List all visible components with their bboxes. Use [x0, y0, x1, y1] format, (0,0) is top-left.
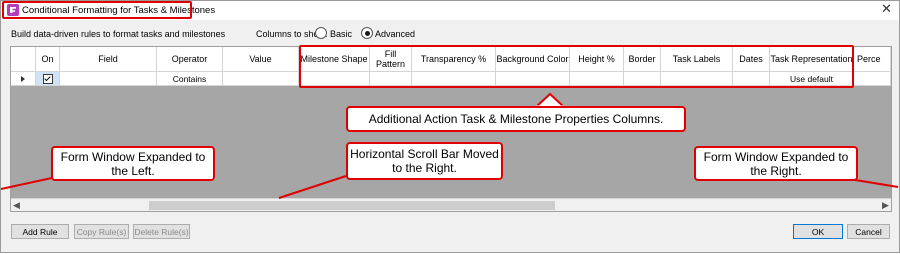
callout-scroll: Horizontal Scroll Bar Moved to the Right… — [346, 142, 503, 180]
ok-button[interactable]: OK — [793, 224, 843, 239]
cancel-button[interactable]: Cancel — [847, 224, 890, 239]
delete-rule-button[interactable]: Delete Rule(s) — [133, 224, 190, 239]
dialog-window: Conditional Formatting for Tasks & Miles… — [0, 0, 900, 253]
add-rule-button[interactable]: Add Rule — [11, 224, 69, 239]
callout-pointer-scroll — [278, 175, 347, 199]
callout-left: Form Window Expanded to the Left. — [51, 146, 215, 181]
callout-right: Form Window Expanded to the Right. — [694, 146, 858, 181]
callout-columns: Additional Action Task & Milestone Prope… — [346, 106, 686, 132]
copy-rule-button[interactable]: Copy Rule(s) — [74, 224, 129, 239]
